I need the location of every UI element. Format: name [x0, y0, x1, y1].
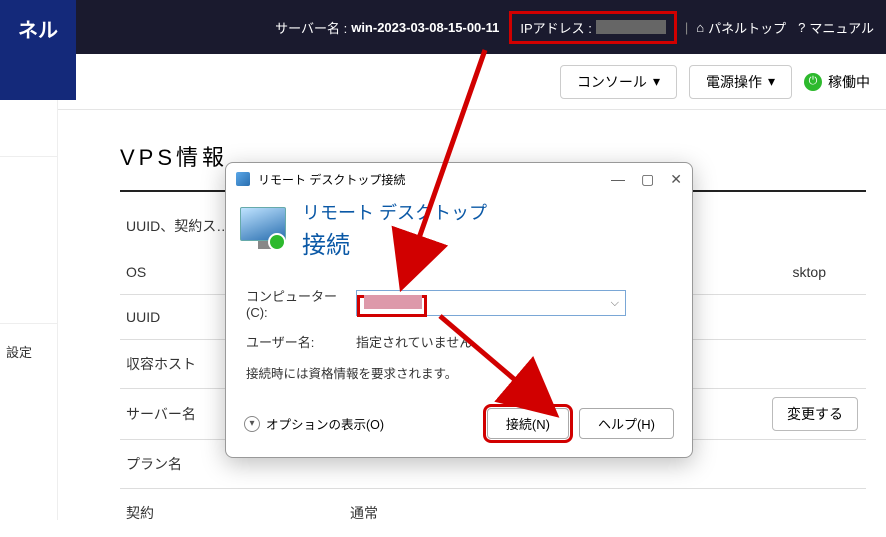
label-plan: プラン名 — [120, 440, 230, 488]
chevron-down-circle-icon: ▾ — [244, 416, 260, 432]
change-button[interactable]: 変更する — [772, 397, 858, 431]
server-name-label: サーバー名 : — [275, 18, 347, 37]
chevron-down-icon: ▾ — [653, 73, 660, 90]
computer-value-highlight — [357, 295, 427, 317]
connect-button[interactable]: 接続(N) — [487, 408, 569, 439]
chevron-down-icon[interactable]: ⌵ — [611, 297, 619, 310]
rdp-monitor-icon — [240, 207, 290, 253]
help-button[interactable]: ヘルプ(H) — [579, 408, 674, 439]
label-server-name: サーバー名 — [120, 390, 230, 438]
window-maximize-icon[interactable]: ▢ — [641, 171, 654, 188]
ip-address-redacted — [596, 20, 666, 34]
brand-panel: ネル — [0, 0, 76, 100]
console-label: コンソール — [577, 72, 647, 92]
label-host: 収容ホスト — [120, 340, 230, 388]
rdp-app-icon — [236, 172, 250, 186]
separator: | — [685, 20, 688, 35]
help-icon: ? — [798, 20, 805, 35]
dialog-hero-line2: 接続 — [302, 225, 487, 260]
computer-label: コンピューター(C): — [246, 286, 346, 320]
computer-combobox[interactable]: ⌵ — [356, 290, 626, 316]
window-minimize-icon[interactable]: — — [611, 171, 625, 188]
label-os: OS — [120, 250, 230, 294]
dialog-title: リモート デスクトップ接続 — [258, 171, 405, 188]
home-icon: ⌂ — [696, 20, 704, 35]
value-contract: 通常 — [230, 489, 866, 537]
status-badge: ⏻ 稼働中 — [804, 72, 870, 92]
manual-link[interactable]: ? マニュアル — [798, 18, 874, 37]
power-label: 電源操作 — [706, 72, 762, 92]
ip-address-label: IPアドレス : — [520, 18, 592, 37]
server-name-value: win-2023-03-08-15-00-11 — [351, 20, 499, 35]
console-button[interactable]: コンソール ▾ — [560, 65, 677, 99]
power-on-icon: ⏻ — [804, 73, 822, 91]
subbar: コンソール ▾ 電源操作 ▾ ⏻ 稼働中 — [0, 54, 886, 110]
topbar: ネル サーバー名 : win-2023-03-08-15-00-11 IPアドレ… — [0, 0, 886, 54]
label-uuid: UUID — [120, 295, 230, 339]
ip-address-highlight: IPアドレス : — [509, 11, 677, 44]
manual-label: マニュアル — [809, 18, 874, 37]
credentials-note: 接続時には資格情報を要求されます。 — [246, 363, 672, 382]
sidebar-item-settings[interactable]: 設定 — [0, 324, 57, 379]
computer-value-redacted — [364, 295, 422, 309]
label-contract: 契約 — [120, 489, 230, 537]
username-label: ユーザー名: — [246, 332, 346, 351]
show-options-label: オプションの表示(O) — [266, 414, 384, 433]
dialog-hero: リモート デスクトップ 接続 — [226, 195, 692, 270]
panel-top-link[interactable]: ⌂ パネルトップ — [696, 18, 786, 37]
panel-top-label: パネルトップ — [708, 18, 786, 37]
remote-desktop-dialog: リモート デスクトップ接続 — ▢ ✕ リモート デスクトップ 接続 コンピュー… — [225, 162, 693, 458]
sidebar: 設定 — [0, 100, 58, 520]
dialog-hero-line1: リモート デスクトップ — [302, 199, 487, 225]
username-value: 指定されていません — [356, 332, 472, 351]
row-header-uuid-contract: UUID、契約ス… — [120, 202, 236, 250]
dialog-titlebar[interactable]: リモート デスクトップ接続 — ▢ ✕ — [226, 163, 692, 195]
window-close-icon[interactable]: ✕ — [670, 171, 682, 188]
show-options-toggle[interactable]: ▾ オプションの表示(O) — [244, 414, 384, 433]
status-label: 稼働中 — [828, 72, 870, 92]
chevron-down-icon: ▾ — [768, 73, 775, 90]
power-button[interactable]: 電源操作 ▾ — [689, 65, 792, 99]
